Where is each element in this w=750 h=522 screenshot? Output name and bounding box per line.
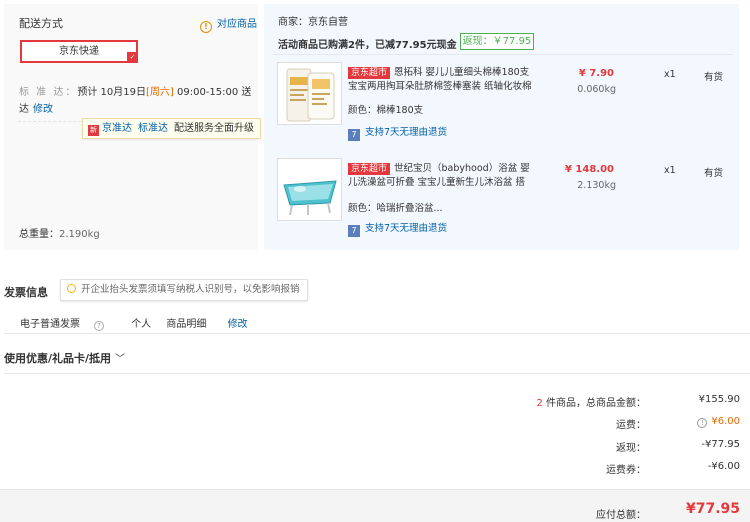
invoice-title: 发票信息: [4, 286, 48, 299]
promo-badge-icon: 新: [88, 125, 99, 136]
divider: [4, 373, 750, 374]
invoice-modify-link[interactable]: 修改: [228, 319, 248, 330]
shipping-coupon-label: 运费券：: [606, 465, 646, 476]
product-qty: x1: [664, 69, 676, 80]
sync-goods-label: 对应商品: [217, 19, 257, 30]
rebate-tag: 返现：￥77.95: [460, 33, 534, 50]
total-weight-label: 总重量：: [19, 229, 59, 240]
sync-goods-link[interactable]: ! 对应商品: [200, 15, 257, 33]
item-count-suffix: 件商品，总商品金额：: [542, 398, 646, 409]
invoice-type: 电子普通发票?: [20, 319, 116, 331]
product-color: 颜色：棉棒180支: [348, 105, 424, 116]
invoice-person: 个人: [131, 319, 152, 330]
return-policy-icon: 7: [348, 225, 360, 237]
goods-item: 京东超市 世纪宝贝（babyhood）浴盆 婴儿洗澡盆可折叠 宝宝儿童新生儿沐浴盆…: [264, 158, 739, 248]
stock-status: 有货: [704, 72, 724, 83]
jd-supermarket-tag: 京东超市: [348, 163, 391, 175]
product-thumbnail-tub[interactable]: [277, 158, 342, 221]
activity-text: 活动商品已购满2件，已减77.95元现金: [278, 40, 457, 51]
shipping-fee-value: ¥6.00: [711, 416, 740, 427]
payable-bar: 应付总额： ¥77.95: [0, 489, 750, 522]
product-weight: 2.130kg: [577, 180, 616, 191]
invoice-content: 商品明细: [166, 319, 207, 330]
promo-biaozhunda[interactable]: 标准达: [138, 123, 168, 134]
rebate-label: 返现：: [616, 443, 646, 454]
total-weight: 总重量：2.190kg: [19, 225, 100, 240]
product-price: ¥ 7.90: [578, 68, 614, 79]
chevron-down-icon: ﹀: [115, 354, 126, 365]
merchant-name: 商家：京东自营: [278, 17, 348, 28]
invoice-tip: 开企业抬头发票须填写纳税人识别号，以免影响报销: [60, 279, 308, 301]
return-policy-text: 支持7天无理由退货: [365, 223, 448, 234]
invoice-tip-text: 开企业抬头发票须填写纳税人识别号，以免影响报销: [81, 284, 300, 295]
promo-text: 配送服务全面升级: [174, 123, 254, 134]
product-thumbnail-swabs[interactable]: [277, 62, 342, 125]
product-price: ¥ 148.00: [564, 164, 614, 175]
return-policy-text: 支持7天无理由退货: [365, 127, 448, 138]
info-icon: !: [200, 21, 212, 33]
delivery-date: 预计 10月19日: [77, 87, 146, 98]
shipping-fee: ! ¥6.00: [660, 416, 740, 428]
stock-status: 有货: [704, 168, 724, 179]
return-policy-link[interactable]: 7 支持7天无理由退货: [348, 124, 447, 141]
total-goods-amount: ¥155.90: [698, 394, 740, 405]
delivery-time-label: 标 准 达：: [19, 87, 78, 98]
help-icon[interactable]: ?: [94, 321, 104, 331]
shipping-option-jd-express[interactable]: 京东快递 ✓: [20, 40, 138, 63]
delivery-modify-link[interactable]: 修改: [33, 104, 53, 115]
total-weight-value: 2.190kg: [59, 229, 100, 240]
divider: [273, 54, 733, 55]
baby-bathtub-icon: [278, 159, 341, 220]
delivery-time: 标 准 达：预计 10月19日[周六] 09:00-15:00 送达 修改: [19, 84, 257, 118]
payable-label: 应付总额：: [596, 510, 646, 521]
lightbulb-icon: [67, 284, 76, 293]
return-policy-icon: 7: [348, 129, 360, 141]
shipping-title: 配送方式: [19, 17, 63, 30]
coupon-title: 使用优惠/礼品卡/抵用: [4, 352, 112, 365]
promo-jingzhunda[interactable]: 京准达: [102, 123, 132, 134]
shipping-option-label: 京东快递: [59, 46, 99, 57]
product-qty: x1: [664, 165, 676, 176]
payable-total: ¥77.95: [685, 501, 740, 517]
summary-count-label: 2 件商品，总商品金额：: [446, 394, 646, 409]
cotton-swab-pack-icon: [278, 63, 341, 124]
invoice-type-text: 电子普通发票: [20, 319, 80, 330]
rebate-value: -¥77.95: [701, 439, 740, 450]
divider: [4, 333, 750, 334]
shipping-fee-label: 运费：: [616, 420, 646, 431]
product-color: 颜色：哈瑞折叠浴盆...: [348, 203, 443, 214]
goods-item: 京东超市 恩拓科 婴儿儿童细头棉棒180支 宝宝两用掏耳朵肚脐棉签棒塞装 纸轴化妆…: [264, 62, 739, 152]
product-weight: 0.060kg: [577, 84, 616, 95]
coupon-toggle[interactable]: 使用优惠/礼品卡/抵用 ﹀: [4, 350, 125, 366]
shipping-coupon-value: -¥6.00: [707, 461, 740, 472]
product-name-link[interactable]: 京东超市 世纪宝贝（babyhood）浴盆 婴儿洗澡盆可折叠 宝宝儿童新生儿沐浴盆…: [348, 162, 534, 190]
invoice-details: 电子普通发票? 个人 商品明细 修改: [20, 315, 260, 331]
selected-check-icon: ✓: [127, 52, 138, 63]
jd-supermarket-tag: 京东超市: [348, 67, 391, 79]
delivery-weekday: [周六]: [146, 87, 174, 98]
product-name-link[interactable]: 京东超市 恩拓科 婴儿儿童细头棉棒180支 宝宝两用掏耳朵肚脐棉签棒塞装 纸轴化妆…: [348, 66, 534, 94]
goods-panel: 商家：京东自营 活动商品已购满2件，已减77.95元现金 返现：￥77.95 京…: [264, 4, 739, 250]
delivery-promo-tooltip: 新京准达 标准达 配送服务全面升级: [82, 118, 261, 139]
return-policy-link[interactable]: 7 支持7天无理由退货: [348, 220, 447, 237]
help-icon[interactable]: !: [697, 418, 708, 428]
